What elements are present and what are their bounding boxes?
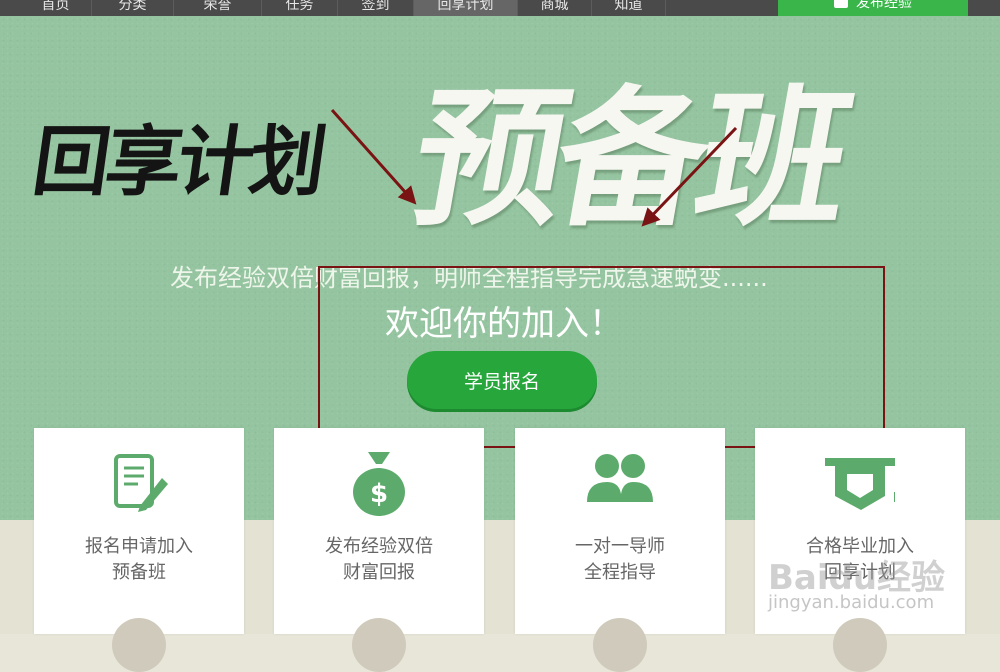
card-badge-circle	[352, 618, 406, 672]
student-signup-button[interactable]: 学员报名	[407, 351, 597, 409]
card-badge-circle	[112, 618, 166, 672]
feature-card-apply: 报名申请加入 预备班	[34, 428, 244, 672]
top-nav-bar: 首页 分类 荣誉 任务 签到 回享计划 商城 知道 发布经验	[0, 0, 1000, 16]
nav-item-huixiang-plan[interactable]: 回享计划	[414, 0, 518, 16]
svg-text:$: $	[370, 479, 388, 509]
nav-item-checkin[interactable]: 签到	[338, 0, 414, 16]
welcome-text: 欢迎你的加入！	[385, 304, 623, 344]
calligraphy-title-left: 回享计划	[27, 117, 329, 206]
nav-items: 首页 分类 荣誉 任务 签到 回享计划 商城 知道	[20, 0, 666, 16]
nav-item-zhidao[interactable]: 知道	[592, 0, 666, 16]
nav-item-home[interactable]: 首页	[20, 0, 92, 16]
calligraphy-title-right: 预备班	[400, 71, 858, 247]
mentor-users-icon	[587, 454, 653, 502]
application-form-icon	[114, 454, 168, 512]
publish-experience-button[interactable]: 发布经验	[778, 0, 968, 16]
money-bag-icon: $	[353, 452, 405, 516]
nav-item-mall[interactable]: 商城	[518, 0, 592, 16]
nav-item-category[interactable]: 分类	[92, 0, 174, 16]
graduation-cap-icon	[825, 458, 895, 510]
card-text: 一对一导师 全程指导	[575, 536, 665, 583]
card-text: 发布经验双倍 财富回报	[325, 536, 433, 583]
feature-card-mentor: 一对一导师 全程指导	[515, 428, 725, 672]
edit-icon	[834, 0, 848, 8]
feature-card-reward: $ 发布经验双倍 财富回报	[274, 428, 484, 672]
nav-item-task[interactable]: 任务	[262, 0, 338, 16]
hero-subtitle: 发布经验双倍财富回报，明师全程指导完成急速蜕变......	[170, 264, 768, 292]
card-badge-circle	[833, 618, 887, 672]
card-text: 报名申请加入 预备班	[85, 536, 193, 583]
nav-item-honor[interactable]: 荣誉	[174, 0, 262, 16]
card-badge-circle	[593, 618, 647, 672]
baidu-watermark-url: jingyan.baidu.com	[768, 592, 935, 613]
